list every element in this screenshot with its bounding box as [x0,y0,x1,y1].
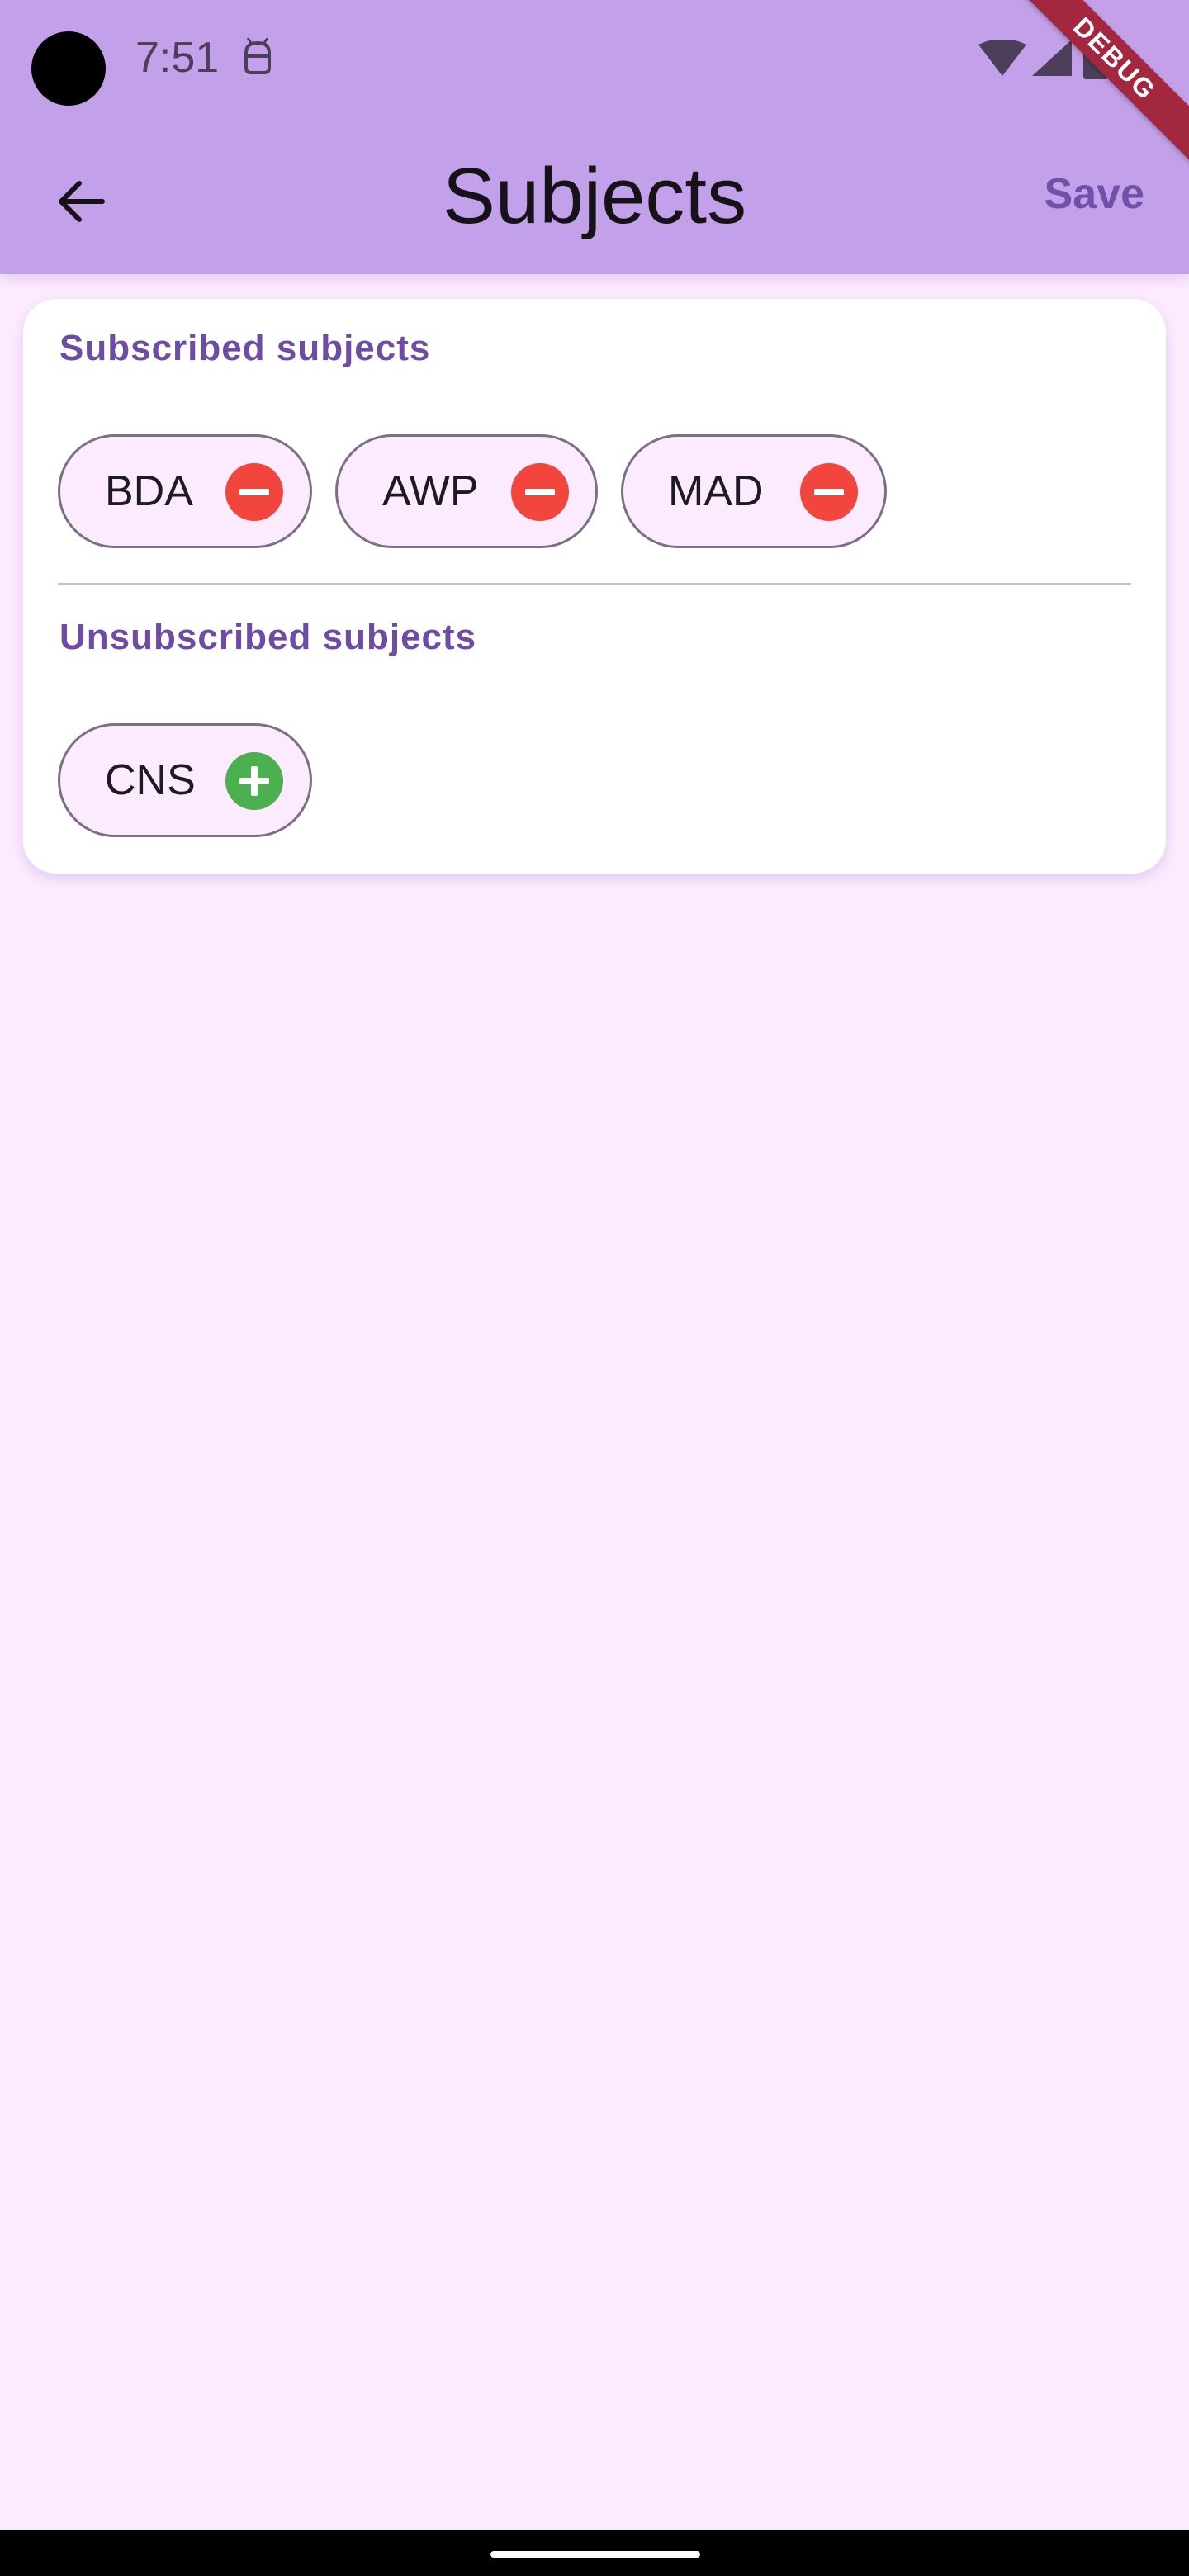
android-icon [244,38,271,74]
navigation-bar [0,2530,1189,2576]
chip-label: CNS [105,756,196,804]
home-indicator[interactable] [490,2551,700,2558]
add-circle-icon[interactable] [225,752,283,810]
subscribed-heading: Subscribed subjects [59,328,431,368]
remove-circle-icon[interactable] [511,463,569,521]
debug-banner-label: DEBUG [1007,0,1189,166]
section-divider [58,583,1131,585]
unsubscribed-heading: Unsubscribed subjects [59,617,477,657]
chip-label: BDA [105,467,193,515]
chip-label: MAD [668,467,764,515]
chip-label: AWP [382,467,479,515]
debug-banner: DEBUG [1007,0,1189,182]
remove-circle-icon[interactable] [800,463,858,521]
subject-chip-cns[interactable]: CNS [58,723,312,837]
status-time: 7:51 [135,34,220,82]
subject-chip-awp[interactable]: AWP [335,434,598,548]
subject-chip-bda[interactable]: BDA [58,434,312,548]
remove-circle-icon[interactable] [225,463,283,521]
camera-cutout-icon [31,31,106,106]
subjects-card: Subscribed subjects BDA AWP MAD Unsubscr… [23,299,1166,874]
subject-chip-mad[interactable]: MAD [621,434,887,548]
